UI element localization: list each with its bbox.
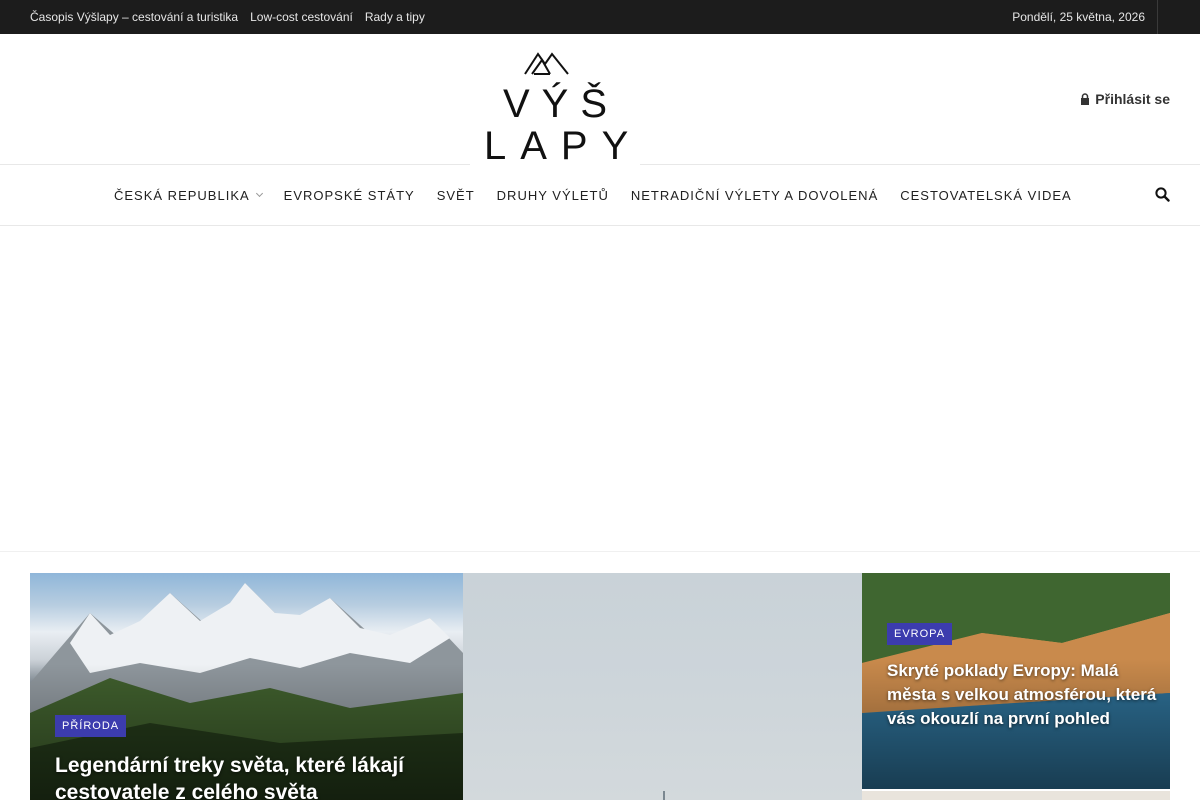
nav-item-druhy-vyletu[interactable]: Druhy výletů xyxy=(486,188,620,203)
site-logo[interactable]: VÝŠ LAPY xyxy=(470,34,643,168)
category-badge[interactable]: Příroda xyxy=(55,715,127,737)
chevron-down-icon xyxy=(255,189,263,198)
nav-item-label: Svět xyxy=(436,187,475,203)
nav-item-label: Evropské státy xyxy=(283,187,415,203)
logo-text-line2: LAPY xyxy=(484,124,643,168)
featured-article-1[interactable]: Příroda Legendární treky světa, které lá… xyxy=(30,573,463,800)
nav-item-label: Cestovatelská videa xyxy=(900,187,1072,203)
login-label: Přihlásit se xyxy=(1095,91,1170,107)
login-link[interactable]: Přihlásit se xyxy=(1080,91,1170,107)
article-title[interactable]: Skryté poklady Evropy: Malá města s velk… xyxy=(887,659,1157,731)
nav-item-ceska-republika[interactable]: Česká republika xyxy=(103,188,273,203)
nav-item-label: Česká republika xyxy=(114,187,250,203)
search-button[interactable] xyxy=(1155,187,1170,207)
site-header: VÝŠ LAPY Přihlásit se xyxy=(0,34,1200,168)
nav-item-netradicni-vylety[interactable]: Netradiční výlety a dovolená xyxy=(620,188,889,203)
featured-article-2[interactable] xyxy=(463,573,862,800)
logo-text-line1: VÝŠ xyxy=(502,82,620,126)
featured-article-3[interactable]: Evropa Skryté poklady Evropy: Malá města… xyxy=(862,573,1170,789)
nav-item-label: Netradiční výlety a dovolená xyxy=(630,187,879,203)
lock-icon xyxy=(1081,93,1090,105)
category-badge[interactable]: Evropa xyxy=(887,623,953,645)
top-link-casopis[interactable]: Časopis Výšlapy – cestování a turistika xyxy=(30,10,238,24)
current-date: Pondělí, 25 května, 2026 xyxy=(1012,10,1145,24)
top-bar-links: Časopis Výšlapy – cestování a turistika … xyxy=(30,0,425,34)
featured-article-4[interactable] xyxy=(862,791,1170,800)
nav-item-svet[interactable]: Svět xyxy=(426,188,486,203)
nav-item-label: Druhy výletů xyxy=(496,187,609,203)
top-link-rady[interactable]: Rady a tipy xyxy=(365,10,425,24)
top-bar: Časopis Výšlapy – cestování a turistika … xyxy=(0,0,1200,34)
article-title[interactable]: Legendární treky světa, které lákají ces… xyxy=(55,752,450,800)
main-navigation: Česká republika Evropské státy Svět Druh… xyxy=(0,165,1200,226)
search-icon xyxy=(1155,187,1170,202)
nav-item-cestovatelska-videa[interactable]: Cestovatelská videa xyxy=(889,188,1082,203)
top-link-low-cost[interactable]: Low-cost cestování xyxy=(250,10,353,24)
featured-articles: Příroda Legendární treky světa, které lá… xyxy=(30,573,1170,800)
nav-item-evropske-staty[interactable]: Evropské státy xyxy=(273,188,426,203)
ad-space xyxy=(0,226,1200,552)
top-bar-divider xyxy=(1157,0,1158,34)
boat-mast xyxy=(663,791,665,800)
